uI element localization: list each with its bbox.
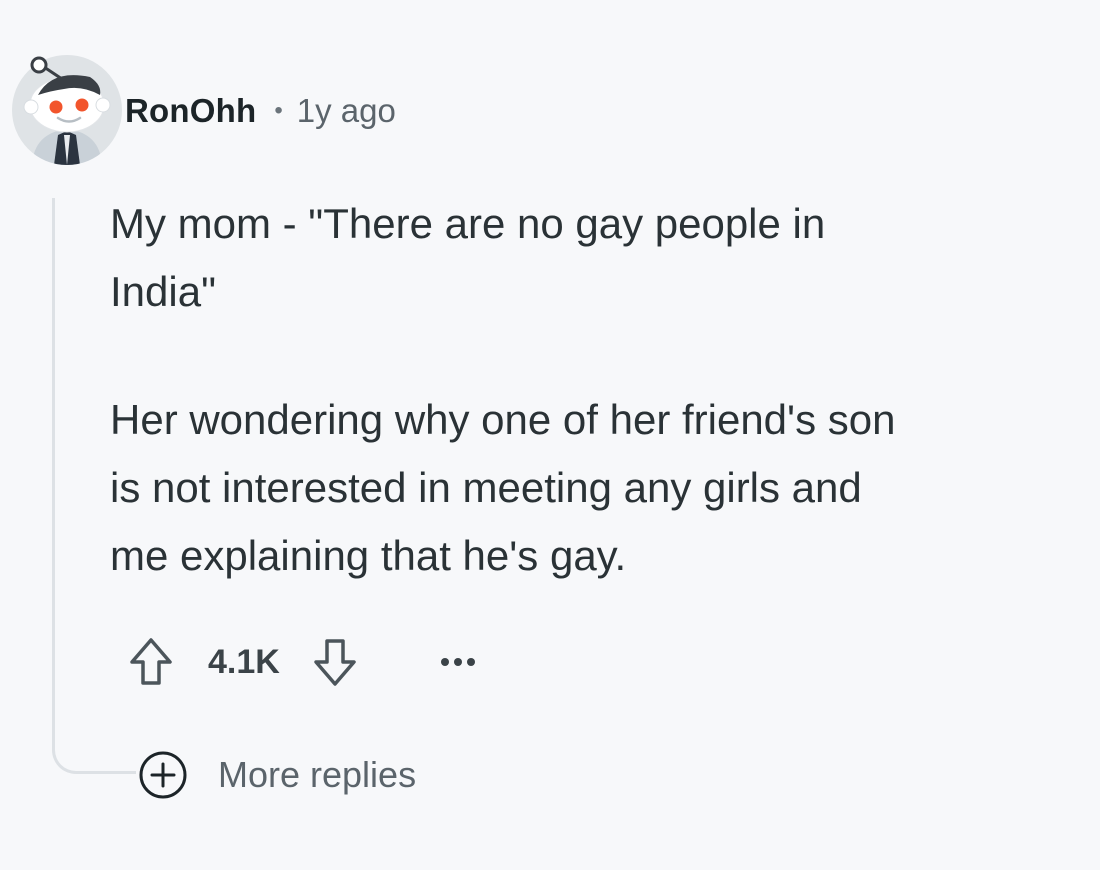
upvote-arrow-icon[interactable] xyxy=(126,634,176,690)
snoo-avatar-icon[interactable] xyxy=(12,55,122,165)
comment-header: RonOhh • 1y ago xyxy=(125,86,396,136)
comment-body: My mom - "There are no gay people in Ind… xyxy=(110,190,1085,590)
plus-circle-icon[interactable] xyxy=(136,748,190,802)
timestamp[interactable]: 1y ago xyxy=(297,92,396,130)
username-link[interactable]: RonOhh xyxy=(125,92,256,130)
meta-separator: • xyxy=(274,97,283,124)
comment-paragraph: Her wondering why one of her friend's so… xyxy=(110,396,896,579)
ellipsis-icon[interactable] xyxy=(438,634,478,690)
comment-actions: 4.1K xyxy=(126,634,478,690)
more-replies-button[interactable]: More replies xyxy=(136,748,416,802)
downvote-arrow-icon[interactable] xyxy=(310,634,360,690)
more-replies-label[interactable]: More replies xyxy=(218,754,416,796)
comment-screen: RonOhh • 1y ago My mom - "There are no g… xyxy=(0,0,1100,870)
vote-score: 4.1K xyxy=(208,642,280,681)
comment-paragraph: My mom - "There are no gay people in Ind… xyxy=(110,200,826,315)
